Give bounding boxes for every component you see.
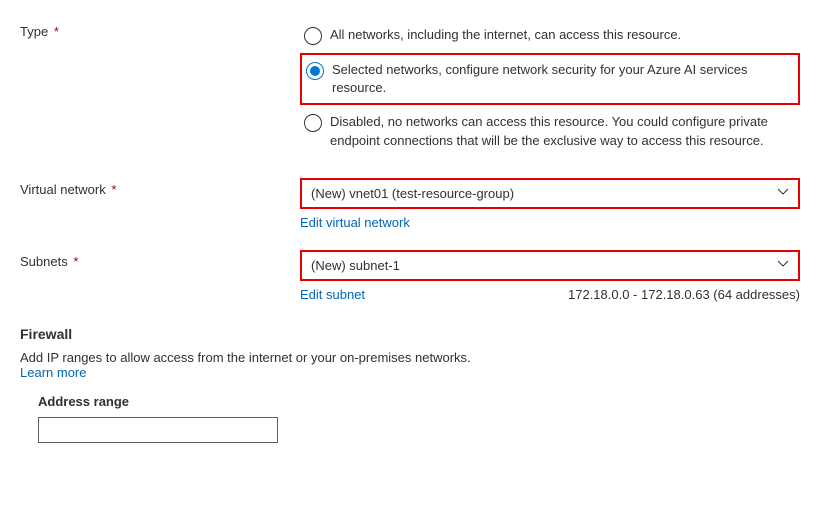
- type-label: Type: [20, 24, 48, 39]
- chevron-down-icon: [777, 186, 789, 201]
- required-marker: *: [54, 24, 59, 39]
- address-range-header: Address range: [38, 394, 800, 409]
- firewall-description: Add IP ranges to allow access from the i…: [20, 350, 800, 365]
- radio-all-label: All networks, including the internet, ca…: [330, 26, 681, 44]
- virtual-network-value: (New) vnet01 (test-resource-group): [311, 186, 514, 201]
- subnets-label: Subnets: [20, 254, 68, 269]
- required-marker: *: [73, 254, 78, 269]
- subnets-value: (New) subnet-1: [311, 258, 400, 273]
- address-range-input[interactable]: [38, 417, 278, 443]
- chevron-down-icon: [777, 258, 789, 273]
- radio-disabled-networks[interactable]: Disabled, no networks can access this re…: [300, 107, 800, 155]
- firewall-header: Firewall: [20, 326, 800, 342]
- radio-all-networks[interactable]: All networks, including the internet, ca…: [300, 20, 800, 51]
- radio-selected-networks[interactable]: Selected networks, configure network sec…: [300, 53, 800, 105]
- radio-disabled-label: Disabled, no networks can access this re…: [330, 113, 796, 149]
- virtual-network-dropdown[interactable]: (New) vnet01 (test-resource-group): [302, 180, 798, 207]
- subnets-dropdown[interactable]: (New) subnet-1: [302, 252, 798, 279]
- firewall-learn-more-link[interactable]: Learn more: [20, 365, 86, 380]
- required-marker: *: [111, 182, 116, 197]
- radio-icon: [304, 27, 322, 45]
- subnet-ip-range: 172.18.0.0 - 172.18.0.63 (64 addresses): [568, 287, 800, 302]
- radio-selected-label: Selected networks, configure network sec…: [332, 61, 794, 97]
- edit-subnet-link[interactable]: Edit subnet: [300, 287, 365, 302]
- radio-icon: [304, 114, 322, 132]
- radio-icon-selected: [306, 62, 324, 80]
- edit-virtual-network-link[interactable]: Edit virtual network: [300, 215, 410, 230]
- virtual-network-label: Virtual network: [20, 182, 106, 197]
